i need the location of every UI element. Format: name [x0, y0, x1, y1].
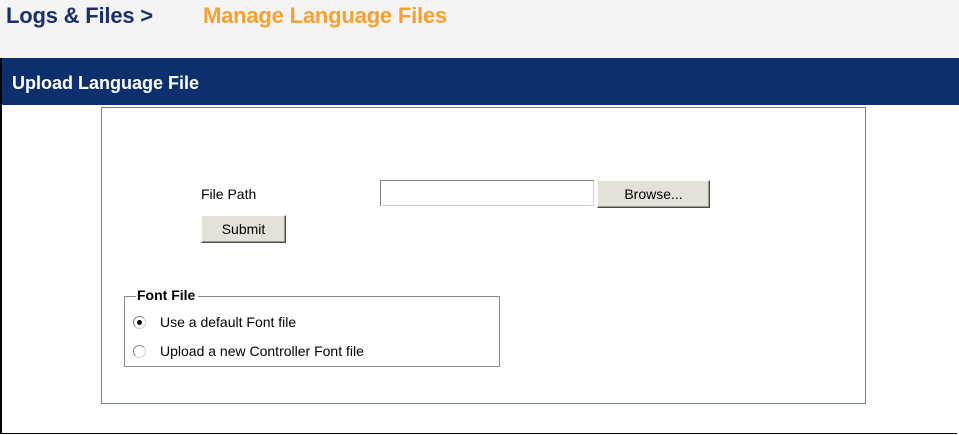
- section-header: Upload Language File: [2, 58, 959, 105]
- section-title: Upload Language File: [12, 73, 200, 93]
- breadcrumb-logs-files[interactable]: Logs & Files >: [6, 3, 153, 29]
- radio-button-unselected[interactable]: [133, 345, 146, 358]
- file-path-input[interactable]: [380, 180, 594, 206]
- radio-default-font-label[interactable]: Use a default Font file: [160, 314, 296, 330]
- radio-upload-font-label[interactable]: Upload a new Controller Font file: [160, 343, 364, 359]
- breadcrumb: Logs & Files > Manage Language Files: [0, 0, 959, 58]
- radio-button-selected[interactable]: [133, 316, 146, 329]
- radio-dot-icon: [137, 320, 142, 325]
- font-file-legend: Font File: [136, 287, 199, 303]
- breadcrumb-current-page: Manage Language Files: [203, 3, 447, 28]
- submit-button[interactable]: Submit: [201, 215, 286, 243]
- file-path-label: File Path: [201, 186, 257, 202]
- browse-button[interactable]: Browse...: [597, 180, 710, 208]
